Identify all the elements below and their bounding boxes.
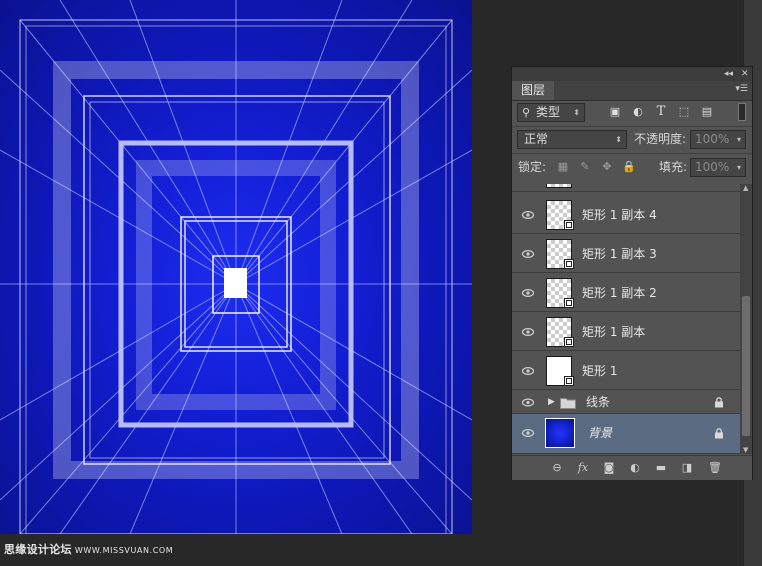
- layer-name[interactable]: 线条: [586, 391, 610, 414]
- layer-name[interactable]: 矩形 1 副本: [582, 313, 645, 351]
- eye-icon[interactable]: [520, 196, 536, 234]
- filter-type-select[interactable]: ⚲ 类型 ⬍: [517, 103, 585, 122]
- filter-type-label: 类型: [536, 105, 561, 119]
- shape-layer-badge-icon: [564, 259, 574, 269]
- layer-name[interactable]: 矩形 1 副本 4: [582, 196, 657, 234]
- layer-group-row[interactable]: ▶ 线条: [512, 391, 740, 414]
- new-layer-icon[interactable]: ◨: [680, 461, 694, 475]
- watermark-site: WWW.MISSVUAN.COM: [74, 546, 174, 555]
- eye-icon[interactable]: [520, 313, 536, 351]
- layer-name[interactable]: 矩形 1: [582, 352, 617, 390]
- layer-row[interactable]: 矩形 1 副本 2: [512, 274, 740, 312]
- blend-mode-select[interactable]: 正常 ⬍: [517, 130, 627, 149]
- fx-icon[interactable]: fx: [576, 461, 590, 475]
- collapse-icon[interactable]: ◂◂: [724, 67, 733, 81]
- new-group-icon[interactable]: ▬: [654, 461, 668, 475]
- panel-title-bar[interactable]: ◂◂ ✕: [512, 67, 752, 81]
- layer-name[interactable]: 背景: [588, 414, 612, 452]
- type-layer-filter-icon[interactable]: T: [654, 105, 668, 119]
- layer-row-partial[interactable]: [512, 184, 740, 192]
- trash-icon[interactable]: 🗑: [708, 461, 722, 475]
- scroll-up-icon[interactable]: ▲: [743, 184, 748, 192]
- chevron-down-icon: ▾: [736, 135, 741, 144]
- layers-scrollbar[interactable]: ▲ ▼: [740, 184, 752, 454]
- opacity-input[interactable]: 100% ▾: [690, 130, 746, 149]
- blend-mode-value: 正常: [524, 132, 549, 146]
- layer-thumbnail: [546, 184, 572, 188]
- eye-icon[interactable]: [520, 391, 536, 414]
- expand-triangle-icon[interactable]: ▶: [548, 391, 555, 414]
- close-icon[interactable]: ✕: [741, 67, 749, 81]
- layer-row[interactable]: 矩形 1 副本: [512, 313, 740, 351]
- folder-icon: [560, 398, 576, 409]
- layer-row[interactable]: 矩形 1: [512, 352, 740, 390]
- smart-object-filter-icon[interactable]: ▤: [700, 105, 714, 119]
- scroll-down-icon[interactable]: ▼: [743, 446, 748, 454]
- layers-panel: ◂◂ ✕ 图层 ▾☰ ⚲ 类型 ⬍ ▣ ◐ T ⬚ ▤ 正常 ⬍ 不透明度: 1…: [511, 66, 753, 480]
- lock-icon: [715, 428, 723, 439]
- shape-layer-filter-icon[interactable]: ⬚: [677, 105, 691, 119]
- layer-row[interactable]: 矩形 1 副本 3: [512, 235, 740, 273]
- layer-row-selected[interactable]: 背景: [512, 414, 740, 454]
- pixel-layer-filter-icon[interactable]: ▣: [608, 105, 622, 119]
- opacity-value: 100%: [695, 132, 730, 146]
- chevron-down-icon: ▾: [736, 163, 741, 172]
- search-icon: ⚲: [522, 106, 531, 119]
- scrollbar-thumb[interactable]: [742, 296, 750, 436]
- artwork: [0, 0, 472, 534]
- eye-icon[interactable]: [520, 235, 536, 273]
- document-canvas[interactable]: [0, 0, 472, 534]
- lock-all-icon[interactable]: 🔒: [622, 160, 636, 174]
- eye-icon[interactable]: [520, 414, 536, 452]
- layer-thumbnail: [545, 418, 575, 448]
- adjustment-layer-icon[interactable]: ◐: [628, 461, 642, 475]
- watermark-text: 思缘设计论坛: [4, 543, 72, 556]
- lock-label: 锁定:: [518, 160, 547, 174]
- lock-icon: [715, 397, 723, 408]
- shape-layer-badge-icon: [564, 220, 574, 230]
- shape-layer-badge-icon: [564, 337, 574, 347]
- opacity-label: 不透明度:: [634, 132, 687, 146]
- layer-name[interactable]: 矩形 1 副本 2: [582, 274, 657, 312]
- fill-label: 填充:: [659, 160, 688, 174]
- layer-name[interactable]: 矩形 1 副本 3: [582, 235, 657, 273]
- filter-toggle[interactable]: [738, 103, 746, 121]
- watermark: 思缘设计论坛 WWW.MISSVUAN.COM: [4, 541, 173, 557]
- eye-icon[interactable]: [520, 352, 536, 390]
- panel-menu-icon[interactable]: ▾☰: [735, 84, 748, 94]
- link-layers-icon[interactable]: ⊖: [550, 461, 564, 475]
- tab-layers[interactable]: 图层: [512, 81, 555, 100]
- lock-position-icon[interactable]: ✥: [600, 160, 614, 174]
- add-mask-icon[interactable]: ◙: [602, 461, 616, 475]
- layers-bottom-toolbar: ⊖ fx ◙ ◐ ▬ ◨ 🗑: [512, 455, 752, 480]
- panel-tab-row: 图层 ▾☰: [512, 81, 752, 101]
- shape-layer-badge-icon: [564, 298, 574, 308]
- lock-image-pixels-icon[interactable]: ✎: [578, 160, 592, 174]
- adjustment-layer-filter-icon[interactable]: ◐: [631, 105, 645, 119]
- shape-layer-badge-icon: [564, 376, 574, 386]
- eye-icon[interactable]: [520, 274, 536, 312]
- fill-value: 100%: [695, 160, 730, 174]
- chevron-updown-icon: ⬍: [615, 135, 622, 144]
- lock-transparent-pixels-icon[interactable]: ▦: [556, 160, 570, 174]
- layers-list[interactable]: 矩形 1 副本 4 矩形 1 副本 3 矩形 1 副本 2 矩形 1 副本 矩形…: [512, 184, 740, 454]
- layer-row[interactable]: 矩形 1 副本 4: [512, 196, 740, 234]
- chevron-updown-icon: ⬍: [573, 108, 580, 117]
- fill-input[interactable]: 100% ▾: [690, 158, 746, 177]
